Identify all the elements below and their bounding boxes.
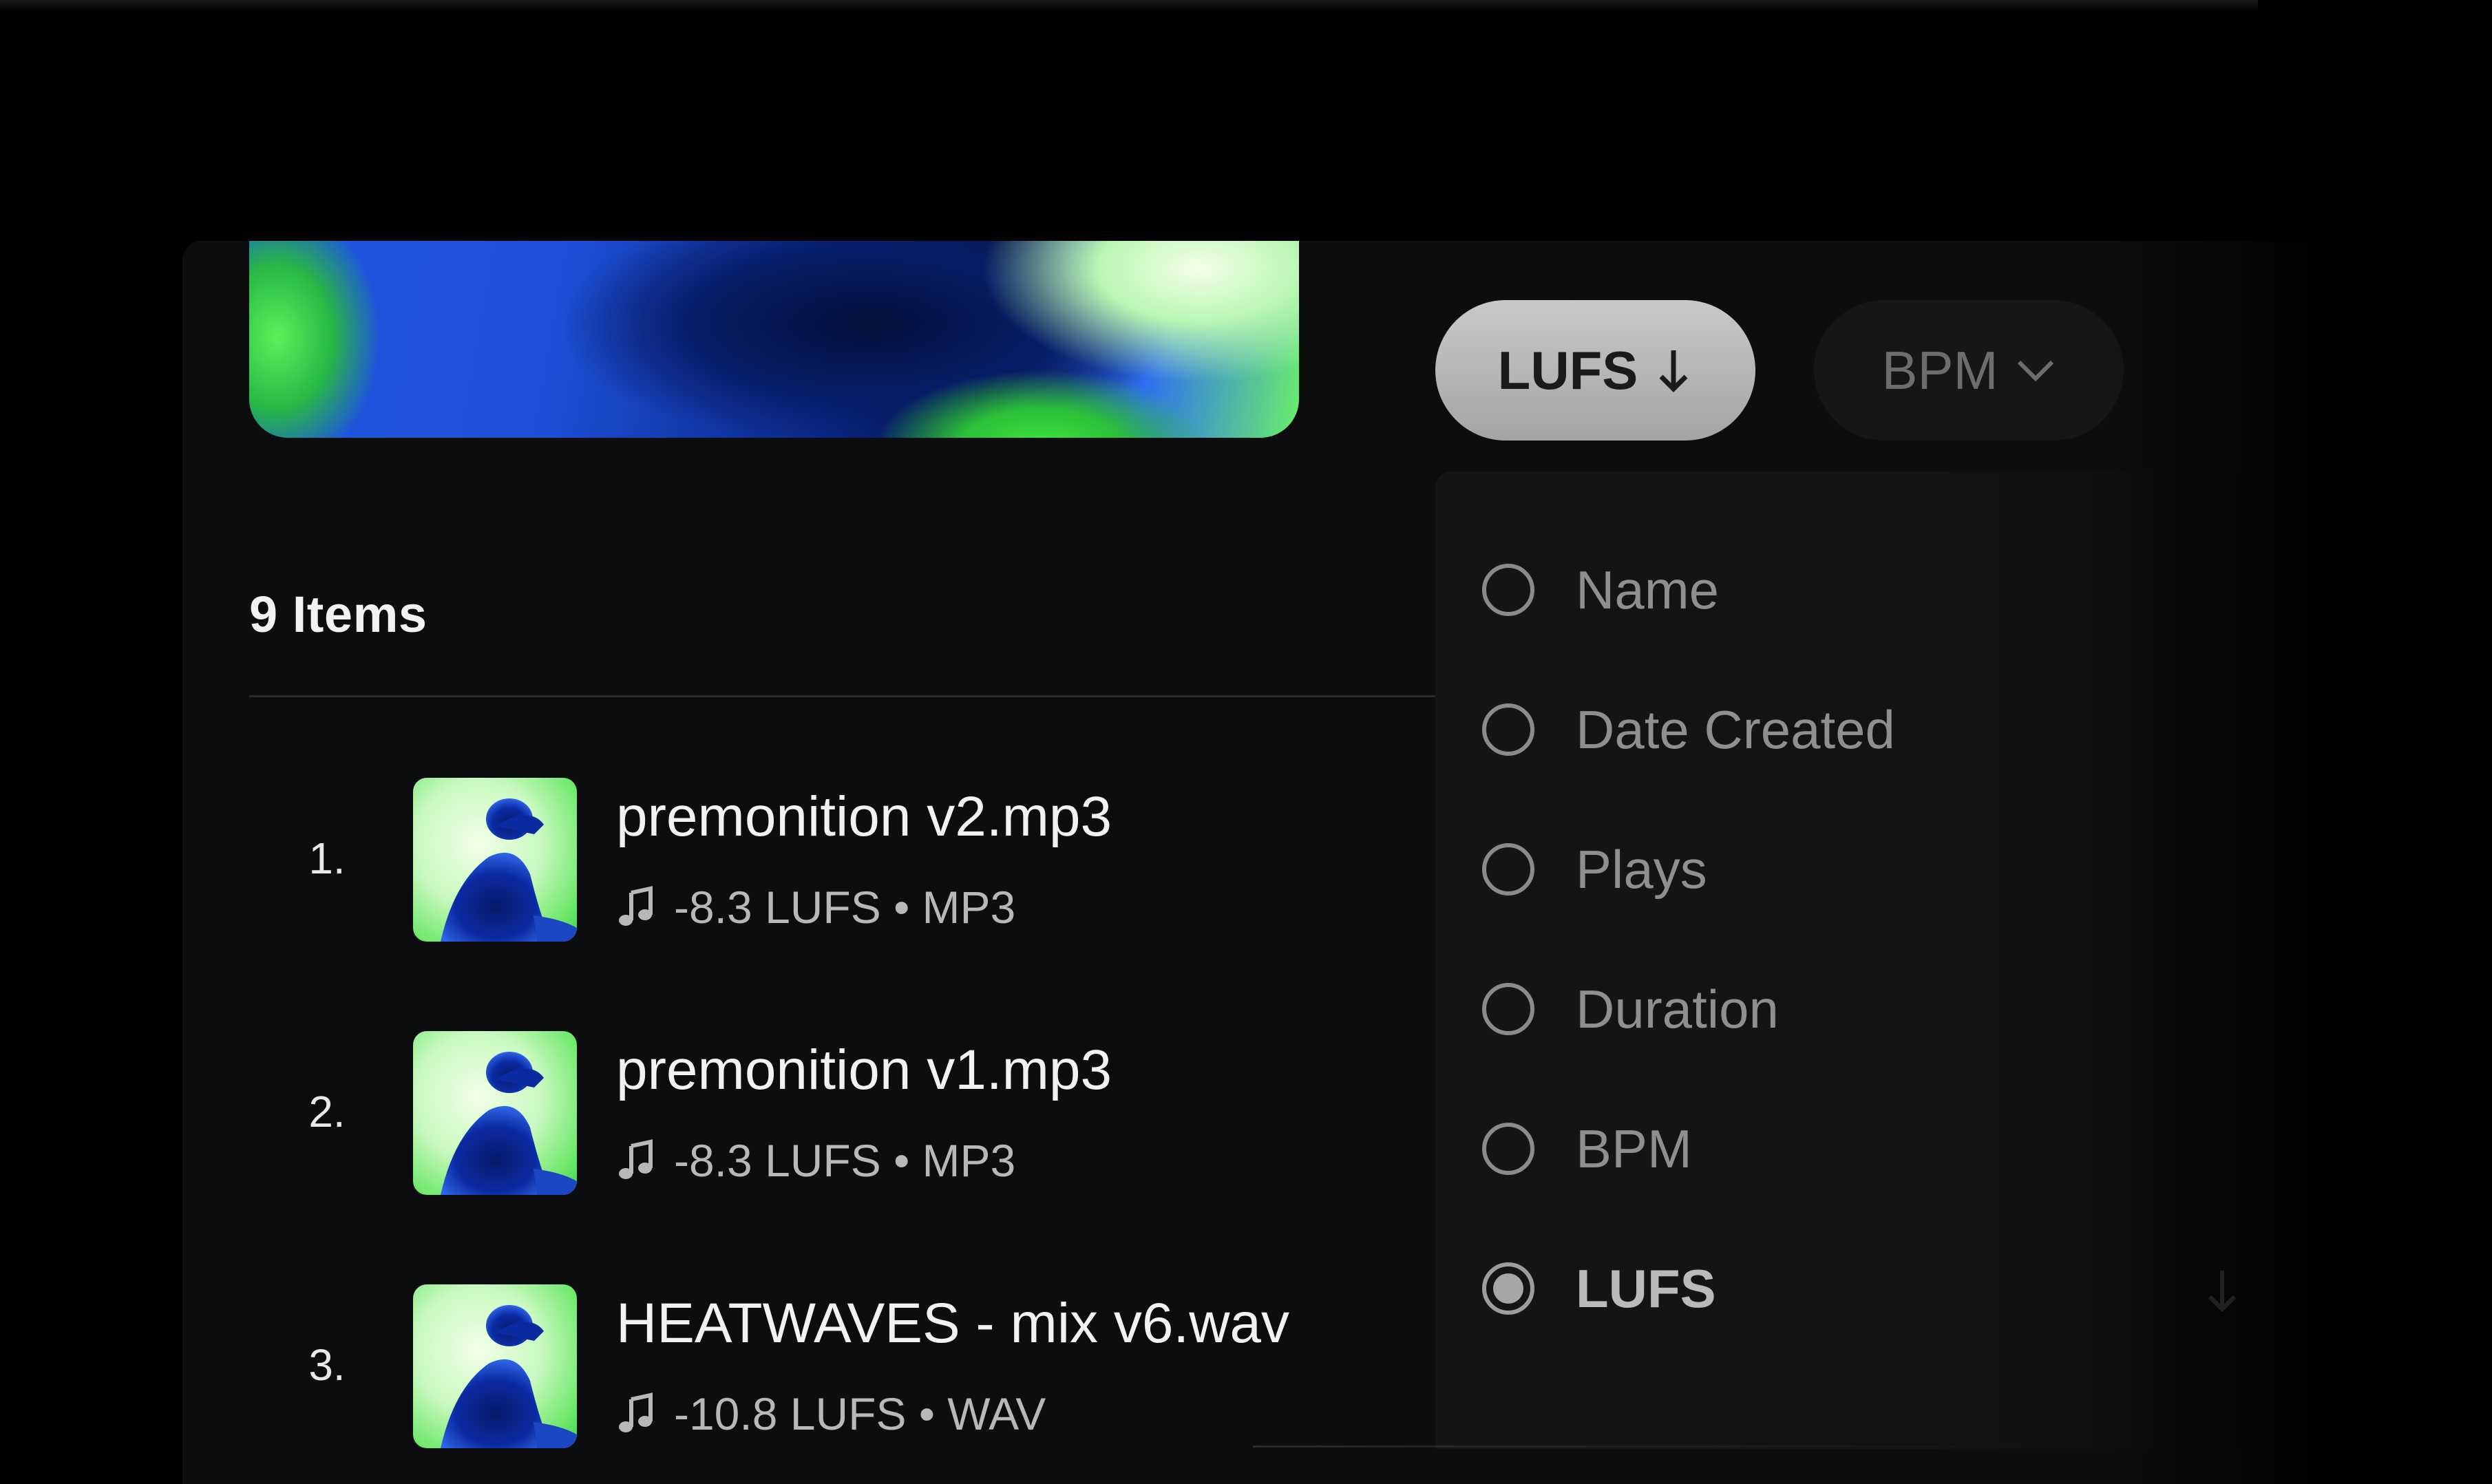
sort-option-name[interactable]: Name xyxy=(1482,555,1719,624)
track-meta: -8.3 LUFS • MP3 xyxy=(616,881,1015,933)
radio-button[interactable] xyxy=(1482,703,1534,756)
track-title[interactable]: HEATWAVES - mix v6.wav xyxy=(616,1291,1289,1356)
music-note-icon xyxy=(619,1392,653,1432)
playlist-cover-banner xyxy=(249,241,1299,438)
track-index: 1. xyxy=(308,834,346,883)
track-title[interactable]: premonition v2.mp3 xyxy=(616,785,1112,849)
track-meta-text: -10.8 LUFS • WAV xyxy=(674,1388,1046,1439)
track-meta-text: -8.3 LUFS • MP3 xyxy=(674,882,1016,933)
sort-option-bpm[interactable]: BPM xyxy=(1482,1114,1692,1183)
track-artwork xyxy=(413,1284,577,1448)
sort-option-plays[interactable]: Plays xyxy=(1482,835,1707,904)
track-row[interactable]: 3. HEATWAVES - mix v6.wav -10.8 LUFS • W… xyxy=(182,1284,1442,1450)
sort-option-label: Name xyxy=(1576,559,1720,620)
music-note-icon xyxy=(619,886,653,926)
radio-button[interactable] xyxy=(1482,1123,1534,1175)
sort-option-label: BPM xyxy=(1576,1118,1693,1179)
radio-button-selected[interactable] xyxy=(1482,1262,1534,1315)
track-index: 2. xyxy=(308,1087,346,1136)
track-meta: -8.3 LUFS • MP3 xyxy=(616,1134,1015,1187)
track-index: 3. xyxy=(308,1340,346,1390)
radio-button[interactable] xyxy=(1482,843,1534,895)
dropdown-bottom-edge xyxy=(1253,1445,2024,1448)
chevron-down-icon xyxy=(2017,360,2053,382)
sort-option-lufs[interactable]: LUFS xyxy=(1482,1254,1716,1323)
sort-option-label: Duration xyxy=(1576,978,1779,1039)
music-note-icon xyxy=(619,1139,653,1179)
playlist-panel: 9 Items 1. premonition v2.mp3 -8.3 LUFS … xyxy=(182,241,2316,1484)
arrow-down-icon xyxy=(1659,350,1688,392)
sort-option-label: Date Created xyxy=(1576,699,1895,760)
sort-option-label: LUFS xyxy=(1576,1258,1716,1319)
track-artwork xyxy=(413,1031,577,1195)
radio-button[interactable] xyxy=(1482,983,1534,1035)
sort-bpm-button[interactable]: BPM xyxy=(1814,300,2124,441)
sort-dropdown-menu: Name Date Created Plays Duration BPM LUF… xyxy=(1435,471,2261,1449)
sort-option-label: Plays xyxy=(1576,838,1707,900)
sort-option-duration[interactable]: Duration xyxy=(1482,975,1779,1043)
radio-button[interactable] xyxy=(1482,564,1534,616)
track-title[interactable]: premonition v1.mp3 xyxy=(616,1038,1112,1103)
window-top-edge xyxy=(0,0,2258,12)
item-count: 9 Items xyxy=(249,586,427,643)
track-artwork xyxy=(413,778,577,942)
sort-lufs-label: LUFS xyxy=(1497,339,1638,401)
list-divider xyxy=(249,695,1619,697)
sort-lufs-button[interactable]: LUFS xyxy=(1435,300,1755,441)
track-meta-text: -8.3 LUFS • MP3 xyxy=(674,1135,1016,1186)
track-row[interactable]: 1. premonition v2.mp3 -8.3 LUFS • MP3 xyxy=(182,778,1442,943)
sort-bpm-label: BPM xyxy=(1881,339,1998,401)
track-meta: -10.8 LUFS • WAV xyxy=(616,1388,1046,1440)
app-window: 9 Items 1. premonition v2.mp3 -8.3 LUFS … xyxy=(0,0,2492,1484)
track-row[interactable]: 2. premonition v1.mp3 -8.3 LUFS • MP3 xyxy=(182,1031,1442,1196)
sort-option-date-created[interactable]: Date Created xyxy=(1482,695,1895,764)
arrow-down-icon xyxy=(2208,1271,2237,1313)
